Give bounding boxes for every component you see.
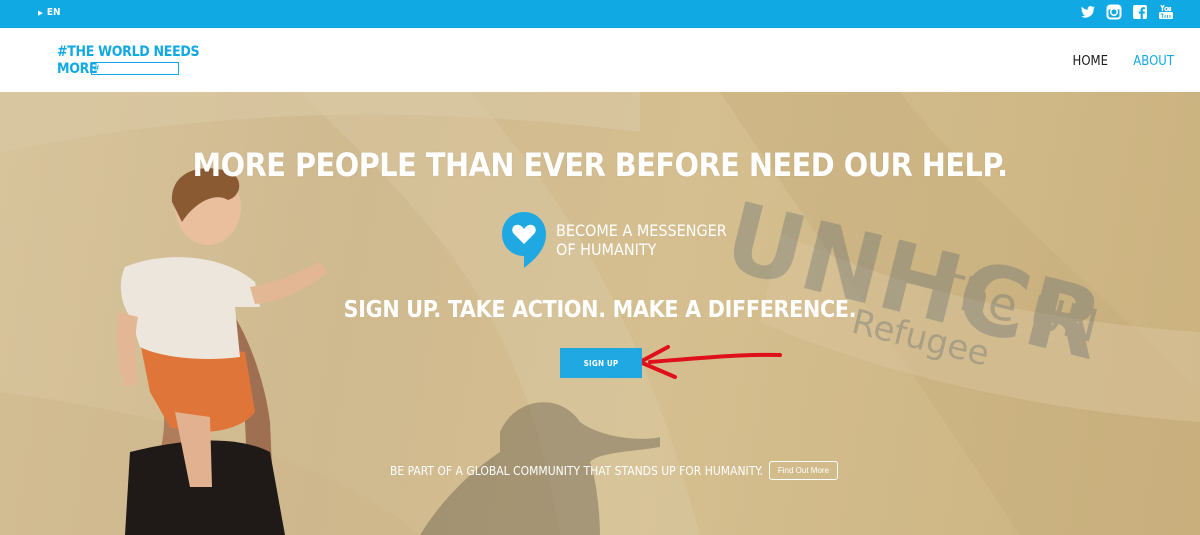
heart-speech-bubble-icon (502, 212, 546, 268)
top-bar: ▶ EN (0, 0, 1200, 28)
twitter-icon[interactable] (1080, 4, 1096, 20)
community-callout: BE PART OF A GLOBAL COMMUNITY THAT STAND… (390, 460, 839, 481)
caret-right-icon: ▶ (38, 8, 43, 17)
messenger-line-2: OF HUMANITY (556, 240, 657, 259)
nav-home-link[interactable]: HOME (1073, 54, 1108, 69)
youtube-icon[interactable] (1158, 4, 1174, 20)
red-annotation-arrow (638, 345, 782, 379)
logo-hashtag-box: # (91, 62, 179, 75)
hero-section: UNHCR The UN Refugee MORE PEOPLE THAN EV… (0, 92, 1200, 535)
instagram-icon[interactable] (1106, 4, 1122, 20)
sign-up-button[interactable]: SIGN UP (560, 348, 642, 378)
messenger-line-1: BECOME A MESSENGER (556, 221, 727, 240)
language-selector[interactable]: ▶ EN (38, 7, 61, 18)
nav-about-link[interactable]: ABOUT (1133, 54, 1174, 69)
facebook-icon[interactable] (1132, 4, 1148, 20)
find-out-more-button[interactable]: Find Out More (768, 461, 839, 480)
hero-headline: MORE PEOPLE THAN EVER BEFORE NEED OUR HE… (192, 146, 1008, 184)
site-logo[interactable]: #THE WORLD NEEDS MORE # (57, 44, 200, 78)
social-links (1080, 4, 1174, 20)
hero-tagline: SIGN UP. TAKE ACTION. MAKE A DIFFERENCE. (343, 297, 857, 323)
community-text: BE PART OF A GLOBAL COMMUNITY THAT STAND… (390, 463, 763, 478)
site-header: #THE WORLD NEEDS MORE # HOME ABOUT (0, 28, 1200, 92)
logo-line-1: #THE WORLD NEEDS (57, 44, 200, 60)
messenger-badge: BECOME A MESSENGER OF HUMANITY (500, 210, 730, 270)
language-label: EN (46, 7, 61, 18)
